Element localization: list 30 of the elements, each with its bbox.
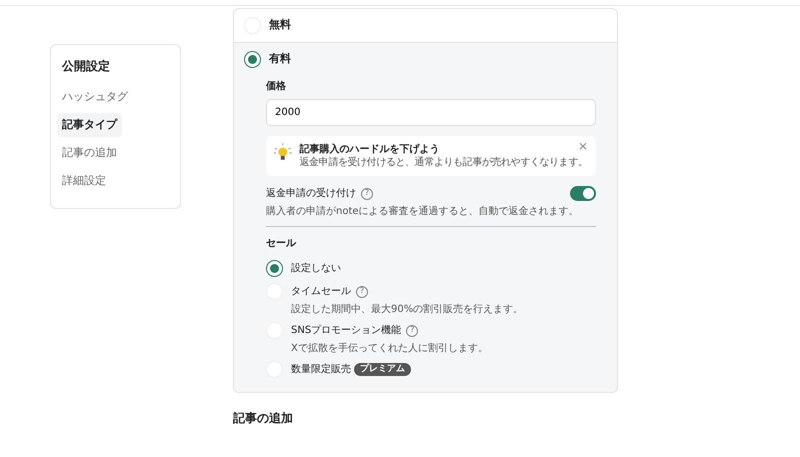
option-description: Xで拡散を手伝ってくれた人に割引します。 (291, 342, 488, 355)
sidebar-title: 公開設定 (60, 58, 111, 75)
sidebar-item[interactable]: 詳細設定 (57, 169, 111, 194)
section-title: セール (266, 237, 298, 250)
toggle-switch[interactable] (570, 186, 596, 201)
help-icon[interactable]: ? (356, 286, 368, 298)
option-label: 設定しない (291, 262, 341, 275)
tip-title: 記事購入のハードルを下げよう (300, 143, 440, 156)
option-label: SNSプロモーション機能 (291, 324, 402, 337)
option-label: 有料 (269, 52, 291, 67)
help-icon[interactable]: ? (406, 324, 418, 336)
close-button[interactable]: × (578, 139, 588, 155)
option-label: タイムセール (291, 285, 351, 298)
option-description: 設定した期間中、最大90%の割引販売を行えます。 (291, 303, 524, 316)
option-label: 数量限定販売 (291, 363, 351, 376)
tip-text: 返金申請を受け付けると、通常よりも記事が売れやすくなります。 (300, 156, 580, 169)
lightbulb-icon (274, 143, 292, 163)
setting-label: 返金申請の受け付け (266, 187, 356, 200)
sidebar-item[interactable]: 記事の追加 (57, 141, 122, 166)
section-heading: 記事の追加 (233, 411, 294, 427)
sidebar-item[interactable]: 記事タイプ (57, 112, 122, 138)
premium-tag: プレミアム (354, 362, 411, 376)
help-icon[interactable]: ? (361, 188, 373, 200)
setting-description: 購入者の申請がnoteによる審査を通過すると、自動で返金されます。 (266, 205, 580, 218)
field-label: 価格 (266, 80, 287, 93)
price-field[interactable]: 2000 (266, 99, 596, 126)
option-label: 無料 (269, 18, 291, 33)
radio-button[interactable] (266, 260, 283, 277)
radio-button[interactable] (244, 51, 261, 68)
sidebar-item[interactable]: ハッシュタグ (57, 84, 133, 109)
